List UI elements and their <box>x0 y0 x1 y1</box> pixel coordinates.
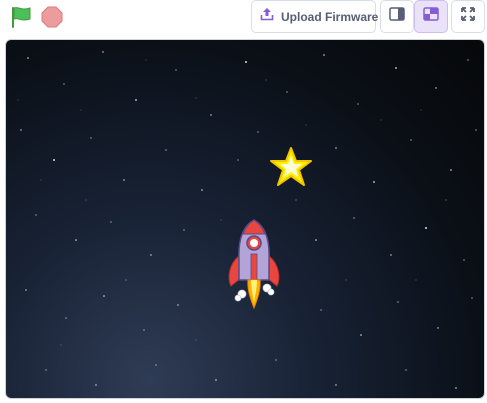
upload-firmware-button[interactable]: Upload Firmware <box>251 0 379 33</box>
small-stage-icon <box>389 7 405 26</box>
stop-sign-icon[interactable] <box>40 5 64 29</box>
fullscreen-button[interactable] <box>451 0 485 33</box>
star-sprite[interactable] <box>268 146 314 190</box>
stage-canvas[interactable] <box>5 39 485 399</box>
stage-toolbar: Upload Firmware <box>0 0 487 36</box>
rocket-sprite[interactable] <box>221 216 287 312</box>
large-stage-button[interactable] <box>414 0 448 33</box>
green-flag-icon[interactable] <box>9 5 33 29</box>
large-stage-icon <box>423 7 439 26</box>
small-stage-button[interactable] <box>380 0 414 33</box>
fullscreen-icon <box>461 7 475 26</box>
upload-firmware-label: Upload Firmware <box>281 9 379 24</box>
upload-icon <box>260 7 274 26</box>
